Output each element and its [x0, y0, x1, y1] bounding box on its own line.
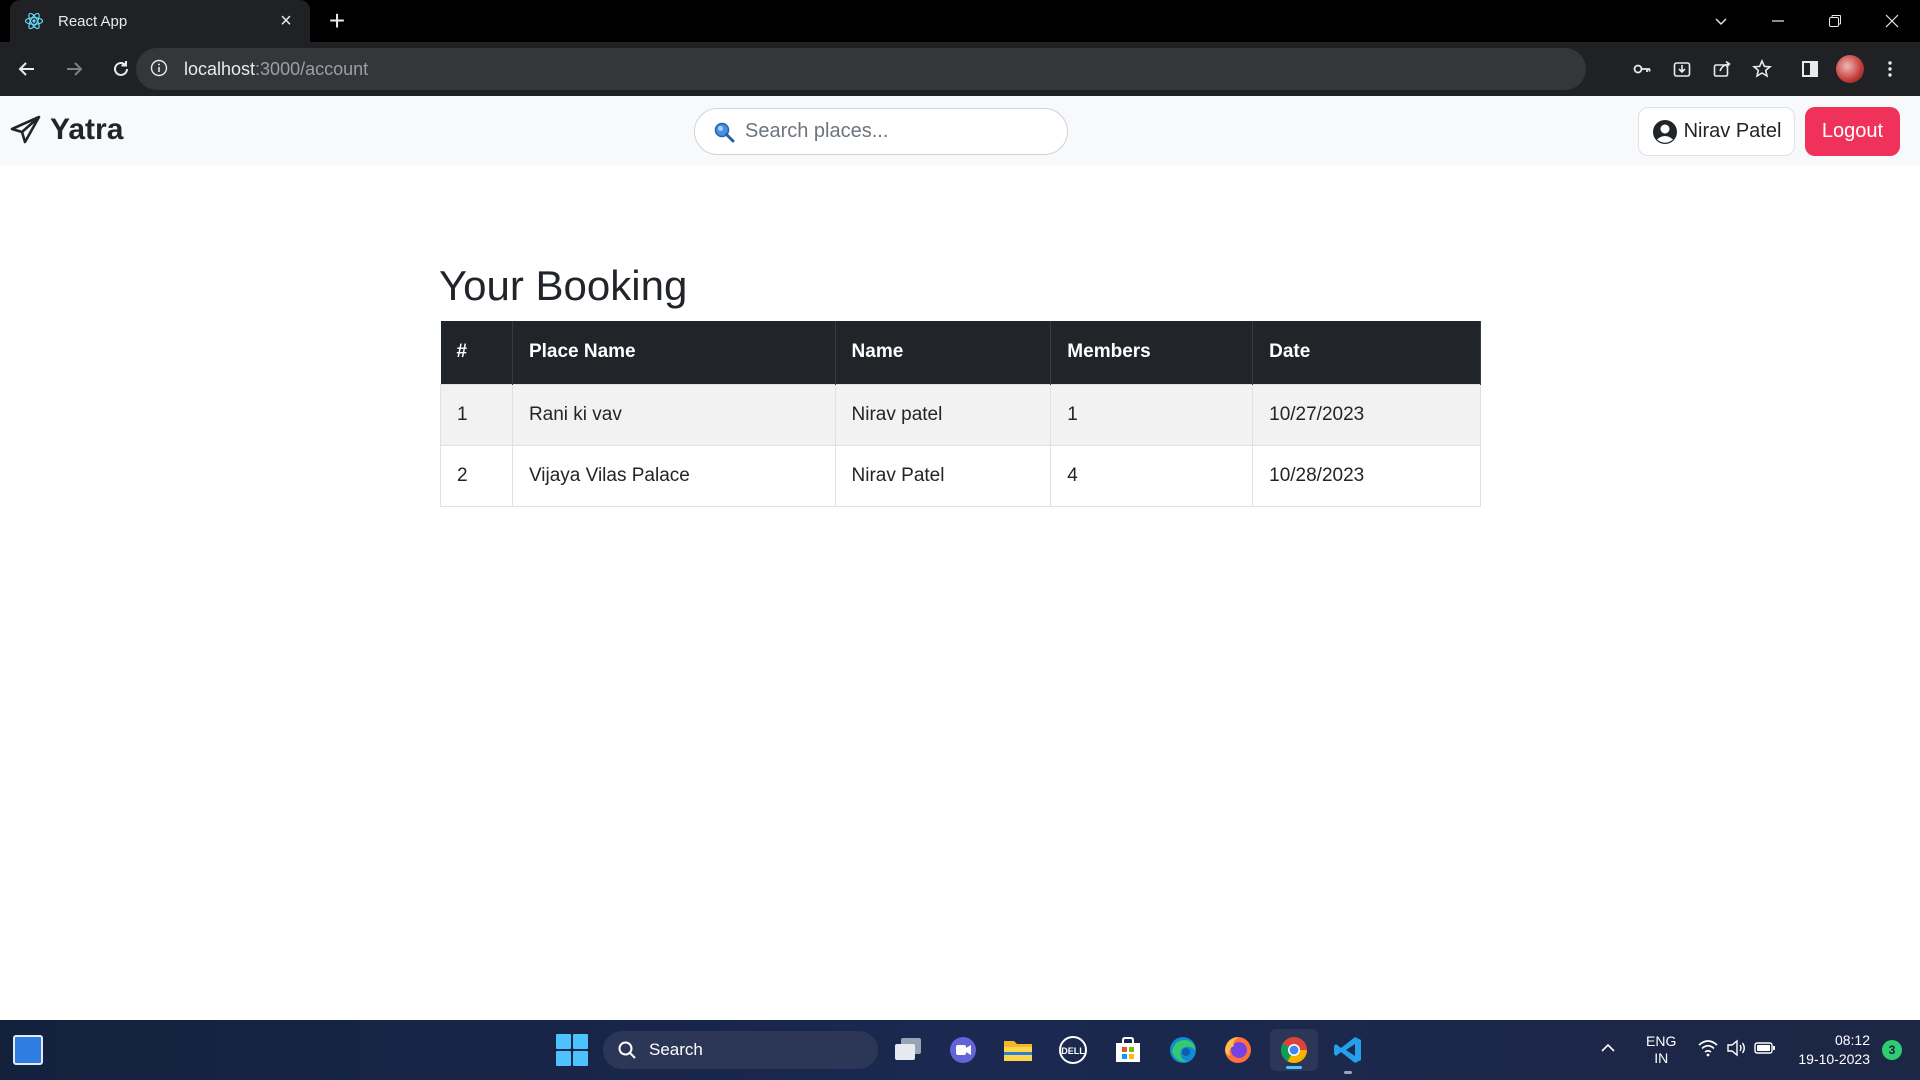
table-row: 2 Vijaya Vilas Palace Nirav Patel 4 10/2…	[440, 444, 1481, 507]
minimize-icon[interactable]	[1749, 0, 1806, 42]
paper-plane-icon	[10, 115, 41, 144]
search-icon	[714, 122, 735, 142]
page-title: Your Booking	[439, 262, 688, 309]
start-menu-icon[interactable]	[556, 1034, 588, 1066]
language-code: ENG	[1646, 1033, 1677, 1049]
column-header-place-name: Place Name	[512, 321, 836, 384]
windows-taskbar: Search DELL ENG IN 08:12 19-10-2023 3	[0, 1020, 1920, 1080]
cell-name: Nirav patel	[834, 383, 1052, 446]
cell-date: 10/28/2023	[1252, 444, 1481, 507]
task-view-icon[interactable]	[890, 1032, 926, 1068]
cell-members: 4	[1050, 444, 1254, 507]
teams-chat-icon[interactable]	[945, 1032, 981, 1068]
svg-text:DELL: DELL	[1061, 1046, 1085, 1056]
battery-icon[interactable]	[1754, 1041, 1776, 1060]
widgets-icon[interactable]	[13, 1035, 43, 1065]
clock[interactable]: 08:12 19-10-2023	[1798, 1031, 1870, 1069]
volume-icon[interactable]	[1726, 1039, 1746, 1062]
cell-members: 1	[1050, 383, 1254, 446]
user-circle-icon	[1652, 119, 1677, 144]
firefox-icon[interactable]	[1220, 1032, 1256, 1068]
bookmark-star-icon[interactable]	[1742, 49, 1782, 89]
table-header-row: # Place Name Name Members Date	[440, 321, 1481, 384]
chrome-icon[interactable]	[1270, 1029, 1318, 1071]
address-bar[interactable]: localhost:3000/account	[136, 48, 1586, 90]
browser-tab[interactable]: React App ×	[10, 0, 310, 42]
bookings-table: # Place Name Name Members Date 1 Rani ki…	[440, 321, 1481, 507]
file-explorer-icon[interactable]	[1000, 1032, 1036, 1068]
microsoft-store-icon[interactable]	[1110, 1032, 1146, 1068]
cell-index: 1	[440, 383, 513, 446]
language-indicator[interactable]: ENG IN	[1646, 1033, 1676, 1067]
browser-tab-strip: React App × +	[0, 0, 1920, 42]
side-panel-icon[interactable]	[1790, 49, 1830, 89]
close-window-icon[interactable]	[1863, 0, 1920, 42]
back-icon[interactable]	[7, 49, 47, 89]
menu-kebab-icon[interactable]	[1870, 49, 1910, 89]
reload-icon[interactable]	[101, 49, 141, 89]
column-header-index: #	[440, 321, 513, 384]
cell-place-name: Rani ki vav	[511, 383, 836, 446]
app-navbar: Yatra Nirav Patel Logout	[0, 96, 1920, 166]
key-icon[interactable]	[1622, 49, 1662, 89]
column-header-date: Date	[1252, 321, 1481, 384]
cell-index: 2	[440, 444, 513, 507]
notification-badge[interactable]: 3	[1882, 1040, 1902, 1060]
dell-icon[interactable]: DELL	[1055, 1032, 1091, 1068]
url-host: localhost	[184, 58, 256, 79]
info-icon[interactable]	[150, 59, 170, 79]
brand-link[interactable]: Yatra	[10, 113, 123, 147]
user-profile-button[interactable]: Nirav Patel	[1638, 107, 1795, 156]
system-tray: ENG IN 08:12 19-10-2023 3	[1600, 1020, 1920, 1080]
vscode-icon[interactable]	[1330, 1032, 1366, 1074]
search-input[interactable]	[745, 120, 1045, 143]
clock-time: 08:12	[1834, 1032, 1870, 1048]
cell-place-name: Vijaya Vilas Palace	[511, 444, 836, 507]
search-box[interactable]	[694, 108, 1068, 155]
show-hidden-icons-chevron-icon[interactable]	[1600, 1040, 1616, 1061]
table-row: 1 Rani ki vav Nirav patel 1 10/27/2023	[440, 383, 1481, 446]
share-icon[interactable]	[1702, 49, 1742, 89]
tab-title: React App	[58, 12, 128, 30]
user-name: Nirav Patel	[1683, 120, 1782, 142]
profile-avatar[interactable]	[1830, 49, 1870, 89]
wifi-icon[interactable]	[1698, 1039, 1718, 1062]
url-path: :3000/account	[255, 58, 369, 79]
tab-search-icon[interactable]	[1692, 0, 1749, 42]
language-region: IN	[1654, 1050, 1669, 1066]
brand-name: Yatra	[50, 113, 124, 146]
logout-button[interactable]: Logout	[1805, 107, 1900, 156]
tab-close-icon[interactable]: ×	[276, 10, 296, 32]
react-icon	[24, 11, 44, 31]
new-tab-icon[interactable]: +	[322, 5, 352, 36]
browser-toolbar: localhost:3000/account	[0, 42, 1920, 96]
column-header-members: Members	[1050, 321, 1254, 384]
edge-browser-icon[interactable]	[1165, 1032, 1201, 1068]
forward-icon[interactable]	[54, 49, 94, 89]
taskbar-search-icon	[618, 1041, 636, 1059]
cell-name: Nirav Patel	[834, 444, 1052, 507]
clock-date: 19-10-2023	[1798, 1051, 1870, 1067]
column-header-name: Name	[835, 321, 1052, 384]
taskbar-search[interactable]: Search	[603, 1031, 878, 1069]
taskbar-search-label: Search	[649, 1040, 703, 1059]
cell-date: 10/27/2023	[1252, 383, 1481, 446]
install-icon[interactable]	[1662, 49, 1702, 89]
restore-icon[interactable]	[1806, 0, 1863, 42]
